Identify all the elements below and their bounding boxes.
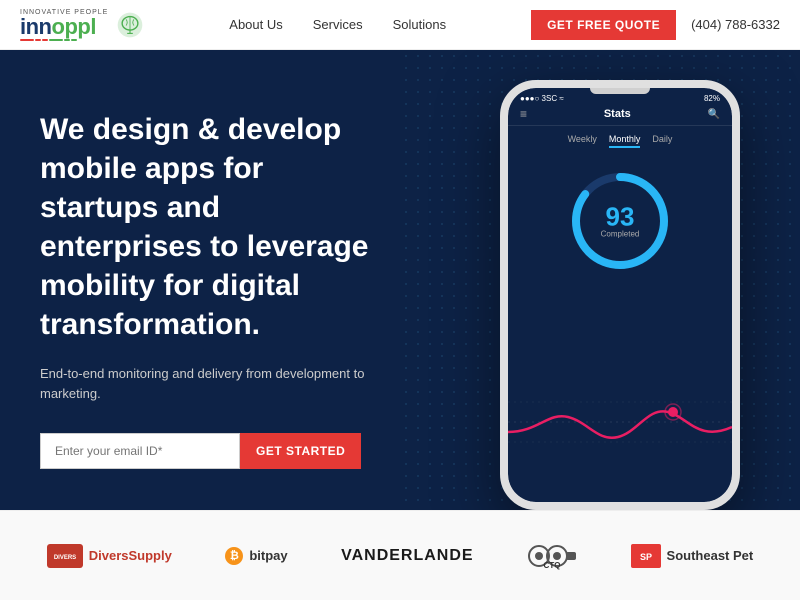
clients-bar: DIVERS DiversSupply ₿ bitpay VANDERLANDE… [0,510,800,600]
svg-text:CTQ: CTQ [544,561,561,570]
hero-section: We design & develop mobile apps for star… [0,50,800,510]
chart-label: Completed [601,230,640,239]
nav-about[interactable]: About Us [229,17,282,32]
phone-mockup: ●●●○ 3SC ≈ 82% ≡ Stats 🔍 Weekly Monthly … [500,80,740,510]
email-input[interactable] [40,433,240,469]
get-started-button[interactable]: GET STARTED [240,433,361,469]
header-right: GET FREE QUOTE (404) 788-6332 [531,10,780,40]
hero-title: We design & develop mobile apps for star… [40,110,380,344]
logo[interactable]: INNOVATIVE PEOPLE innoppl [20,9,144,41]
get-free-quote-button[interactable]: GET FREE QUOTE [531,10,676,40]
brain-icon [116,11,144,39]
menu-icon: ≡ [520,107,527,121]
battery-text: 82% [704,94,720,103]
tab-weekly[interactable]: Weekly [568,134,597,148]
vanderlande-text: VANDERLANDE [341,547,473,565]
tab-daily[interactable]: Daily [652,134,672,148]
wave-chart [508,382,732,462]
chart-area: 93 Completed [508,156,732,286]
bitcoin-icon: ₿ [225,547,243,565]
tab-monthly[interactable]: Monthly [609,134,641,148]
svg-text:DIVERS: DIVERS [54,555,76,561]
carrier-text: ●●●○ 3SC ≈ [520,94,564,103]
hero-content: We design & develop mobile apps for star… [0,50,420,509]
client-ctq: CTQ [527,542,577,570]
phone-tabs: Weekly Monthly Daily [508,126,732,156]
phone-number: (404) 788-6332 [691,17,780,32]
search-icon: 🔍 [708,109,720,120]
ctq-icon: CTQ [527,542,577,570]
nav-services[interactable]: Services [313,17,363,32]
divers-icon: DIVERS [47,544,83,568]
circular-chart: 93 Completed [565,166,675,276]
client-bitpay: ₿ bitpay [225,547,287,565]
logo-name: innoppl [20,16,108,38]
client-diverssupply: DIVERS DiversSupply [47,544,172,568]
bitpay-text: bitpay [249,548,287,563]
chart-number: 93 [601,204,640,230]
client-vanderlande: VANDERLANDE [341,547,473,565]
hero-form: GET STARTED [40,433,380,469]
svg-text:SP: SP [640,552,652,562]
divers-text: DiversSupply [89,548,172,563]
southeast-text: Southeast Pet [667,548,754,563]
southeast-icon: SP [631,544,661,568]
client-southeast-pet: SP Southeast Pet [631,544,754,568]
app-title: Stats [527,108,708,120]
header: INNOVATIVE PEOPLE innoppl About Us [0,0,800,50]
phone-app-header: ≡ Stats 🔍 [508,103,732,126]
hero-subtitle: End-to-end monitoring and delivery from … [40,364,380,403]
main-nav: About Us Services Solutions [229,17,446,32]
nav-solutions[interactable]: Solutions [393,17,446,32]
